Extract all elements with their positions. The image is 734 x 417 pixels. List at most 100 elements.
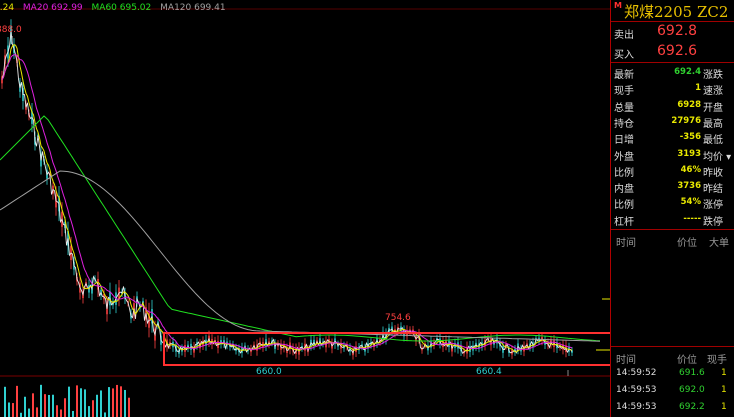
low-price-label: 660.4 <box>476 367 502 377</box>
tick-header-volume: 现手 <box>707 355 727 366</box>
tick-time: 14:59:52 <box>616 368 657 378</box>
volume-bar <box>92 400 94 417</box>
tick-row[interactable]: 14:59:53 692.0 1 <box>611 383 734 399</box>
volume-bar <box>40 384 42 417</box>
divider <box>611 229 734 230</box>
stat-value: 46% <box>680 164 701 175</box>
high-price-label: 888.0 <box>0 25 22 35</box>
tick-volume: 1 <box>721 368 727 378</box>
market-badge: M <box>614 1 622 10</box>
volume-bar <box>120 386 122 417</box>
volume-bar <box>36 407 38 417</box>
stat-label: 现手 <box>614 86 634 98</box>
tick-header-price: 价位 <box>677 355 697 366</box>
ma120-label: MA120 699.41 <box>160 3 226 13</box>
tick-header-price: 价位 <box>677 238 697 249</box>
ma120-line <box>0 170 601 342</box>
buy-row[interactable]: 买入 692.6 <box>611 42 734 62</box>
stat-row: 总量 6928 开盘 <box>611 97 734 114</box>
volume-bar <box>28 408 30 417</box>
stat-row: 杠杆 ----- 跌停 <box>611 211 734 228</box>
stat-label-secondary: 涨停 <box>703 200 723 212</box>
tick-time: 14:59:53 <box>616 402 657 412</box>
contract-title-bar[interactable]: M 郑煤2205 ZC2 <box>611 0 734 21</box>
ma5-label: 3.24 <box>0 3 15 13</box>
volume-bar <box>80 388 82 417</box>
stat-value: 6928 <box>677 99 701 110</box>
stat-label-secondary: 跌停 <box>703 216 723 228</box>
tick-price: 692.0 <box>679 385 705 395</box>
stat-value: 3736 <box>677 181 701 192</box>
volume-bar <box>76 385 78 417</box>
stat-value: ----- <box>683 213 701 224</box>
contract-title: 郑煤2205 ZC2 <box>624 3 729 21</box>
stat-label: 日增 <box>614 135 634 147</box>
stat-row: 持仓 27976 最高 <box>611 113 734 130</box>
tick-header-time: 时间 <box>616 355 636 366</box>
stat-label: 最新 <box>614 70 634 81</box>
stat-row: 最新 692.4 涨跌 <box>611 64 734 81</box>
volume-bar <box>8 402 10 417</box>
moving-average-lines <box>0 31 601 355</box>
ma-legend: 3.24 MA20 692.99 MA60 695.02 MA120 699.4… <box>0 3 232 13</box>
divider <box>611 62 734 63</box>
tick-header-time: 时间 <box>616 238 636 249</box>
stat-label: 内盘 <box>614 184 634 196</box>
volume-bar <box>32 393 34 417</box>
tick-header-bigorder: 大单 <box>709 238 729 249</box>
volume-bar <box>68 386 70 417</box>
volume-bar <box>48 394 50 417</box>
stat-label-secondary: 昨收 <box>703 167 723 179</box>
kline-canvas[interactable] <box>0 0 610 417</box>
tick-price: 692.2 <box>679 402 705 412</box>
volume-bars <box>4 384 130 417</box>
divider <box>611 346 734 347</box>
stat-label: 比例 <box>614 167 634 179</box>
stat-label-secondary: 速涨 <box>703 86 723 98</box>
sell-price: 692.8 <box>657 23 698 39</box>
ma20-label: MA20 692.99 <box>22 3 83 13</box>
stat-label-secondary: 均价 ▾ <box>703 151 732 163</box>
kline-chart[interactable]: 3.24 MA20 692.99 MA60 695.02 MA120 699.4… <box>0 0 610 417</box>
price-line <box>1 31 573 355</box>
stat-label-secondary: 涨跌 <box>703 70 723 81</box>
volume-bar <box>84 389 86 417</box>
volume-bar <box>100 390 102 417</box>
volume-bar <box>12 403 14 417</box>
volume-bar <box>112 388 114 417</box>
volume-bar <box>4 386 6 417</box>
tick-time: 14:59:53 <box>616 385 657 395</box>
volume-bar <box>104 412 106 417</box>
stat-value: 27976 <box>671 115 701 126</box>
candlesticks <box>1 19 573 361</box>
volume-bar <box>60 409 62 417</box>
tick-price: 691.6 <box>679 368 705 378</box>
quote-panel: M 郑煤2205 ZC2 卖出 692.8 买入 692.6 最新 692.4 涨跌… <box>610 0 734 417</box>
ma5-line <box>1 44 573 353</box>
volume-bar <box>72 410 74 417</box>
stat-row: 比例 46% 昨收 <box>611 162 734 179</box>
tick-volume: 1 <box>721 402 727 412</box>
volume-bar <box>88 406 90 417</box>
stat-label: 杠杆 <box>614 216 634 228</box>
tick-row[interactable]: 14:59:53 692.2 1 <box>611 400 734 416</box>
volume-bar <box>96 394 98 417</box>
stat-label-secondary: 昨结 <box>703 184 723 196</box>
stat-label-secondary: 最高 <box>703 118 723 130</box>
tick-volume: 1 <box>721 385 727 395</box>
stat-row: 比例 54% 涨停 <box>611 194 734 212</box>
volume-bar <box>16 385 18 417</box>
sell-row[interactable]: 卖出 692.8 <box>611 22 734 42</box>
ma60-line <box>0 115 601 342</box>
sell-label: 卖出 <box>614 30 634 41</box>
tick-row[interactable]: 14:59:52 691.6 1 <box>611 366 734 382</box>
stat-label: 持仓 <box>614 118 634 130</box>
peak-price-label: 754.6 <box>385 313 411 323</box>
stat-row: 日增 -356 最低 <box>611 129 734 147</box>
buy-price: 692.6 <box>657 43 698 59</box>
stat-value: -356 <box>679 132 701 143</box>
stat-value: 54% <box>680 197 701 208</box>
volume-bar <box>20 412 22 417</box>
stat-row: 外盘 3193 均价 ▾ <box>611 146 734 163</box>
volume-bar <box>124 389 126 417</box>
